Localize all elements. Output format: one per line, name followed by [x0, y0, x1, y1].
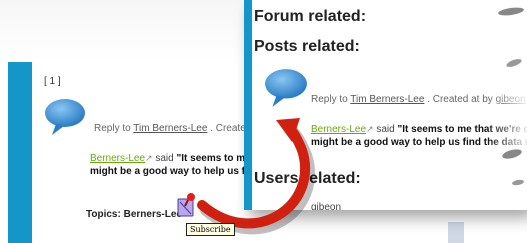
quote-user-link[interactable]: Berners-Lee	[90, 153, 145, 164]
reply-prefix: Reply to	[94, 123, 131, 134]
popup-accent-bar	[244, 0, 252, 210]
reply-prefix: Reply to	[311, 94, 348, 105]
users-related-heading: Users related:	[254, 170, 361, 187]
quote-line-2: might be a good way to help us find	[90, 166, 250, 177]
popup-edge-fade	[487, 0, 527, 210]
reply-info: Reply to Tim Berners-Lee . Created at 20	[94, 123, 250, 134]
quote-text: "It seems to me tha	[176, 153, 251, 164]
forum-related-heading: Forum related:	[254, 8, 367, 25]
quote-said: said	[376, 124, 395, 135]
speech-bubble-icon	[45, 99, 85, 135]
back-content: [ 1 ] Reply to Tim Berners-Lee . Created…	[0, 0, 250, 243]
posts-related-heading: Posts related:	[254, 38, 360, 55]
user-key-icon: ↗	[145, 153, 153, 163]
background-block	[448, 222, 464, 243]
reply-author-link[interactable]: Tim Berners-Lee	[133, 123, 207, 134]
subscribe-icon[interactable]	[176, 192, 198, 218]
topics-label: Topics: Berners-Lee	[86, 209, 182, 220]
user-link[interactable]: gibeon	[311, 202, 341, 210]
subscribe-tooltip: Subscribe	[186, 223, 235, 236]
speech-bubble-icon	[265, 69, 307, 107]
user-key-icon: ↗	[366, 124, 374, 134]
reply-author-link[interactable]: Tim Berners-Lee	[350, 94, 424, 105]
quote-user-link[interactable]: Berners-Lee	[311, 124, 366, 135]
related-popup: Forum related: Posts related: Reply to T…	[244, 0, 527, 210]
quote-line: Berners-Lee↗ said "It seems to me tha	[90, 153, 250, 164]
reply-middle: . Created at by	[427, 94, 493, 105]
page-number: [ 1 ]	[44, 76, 61, 87]
quote-said: said	[155, 153, 174, 164]
